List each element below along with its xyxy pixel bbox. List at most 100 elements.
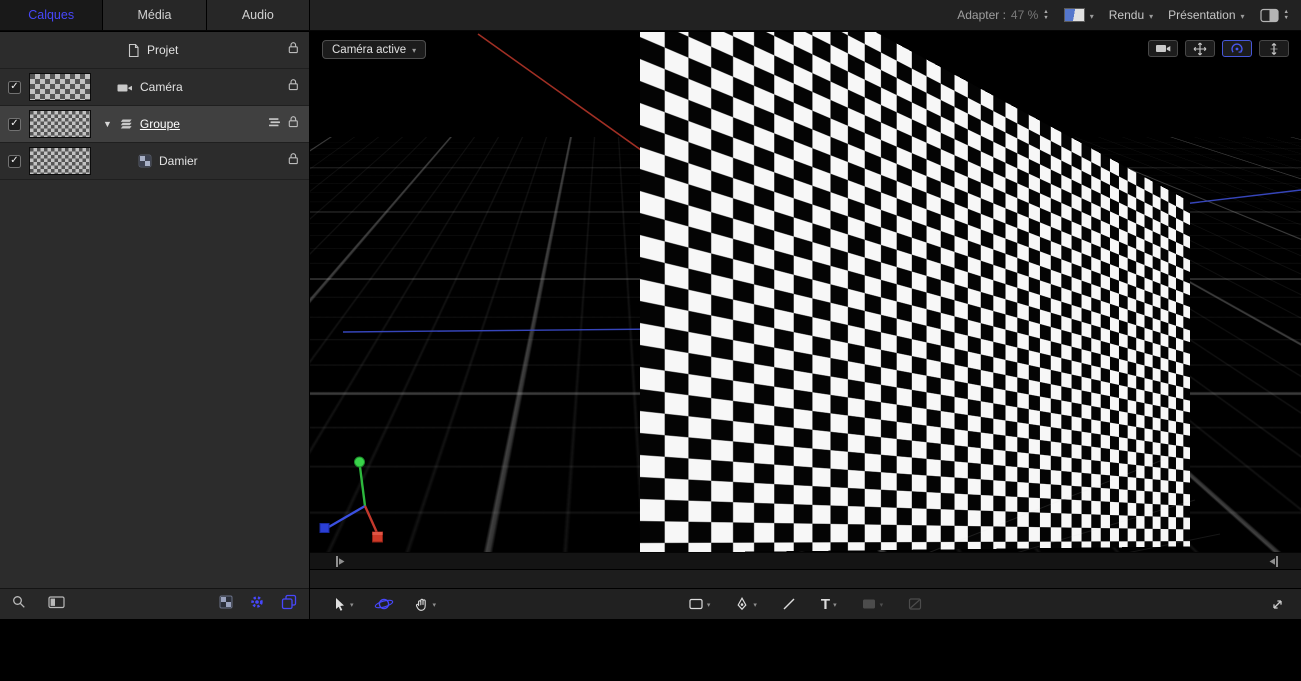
layer-row-projet[interactable]: Projet [0,32,309,69]
camera-icon [1156,43,1171,54]
timeline-scrub-strip[interactable] [310,552,1301,569]
checkerboard-icon [138,154,152,168]
layer-thumbnail[interactable] [29,147,91,175]
lock-icon[interactable] [288,41,299,59]
hand-icon [414,596,430,612]
chevron-down-icon: ▾ [350,601,354,609]
preview-pane-toggle-button[interactable] [48,595,65,614]
line-tool-button[interactable] [781,596,797,612]
layers-sidebar: Projet ✓ Caméra [0,32,310,619]
resize-diagonal-icon[interactable] [1270,597,1285,612]
pan-move-icon [1193,42,1207,56]
disclosure-triangle[interactable]: ▼ [103,119,112,129]
chevron-down-icon: ▾ [833,601,837,609]
bezier-tool-button[interactable]: ▾ [734,596,757,612]
toolbar-right [1270,597,1285,612]
orbit-3d-icon [374,596,394,612]
stepper-icon[interactable]: ▲▼ [1284,10,1289,21]
zoom-label: Adapter : [957,8,1006,22]
layer-row-groupe[interactable]: ✓ ▼ Groupe [0,106,309,143]
dolly-view-button[interactable] [1259,40,1289,57]
visibility-checkbox[interactable]: ✓ [8,155,21,168]
presentation-label: Présentation [1168,8,1235,22]
pan-tool-button[interactable]: ▾ [414,596,437,612]
window-footer-area [0,619,1301,681]
display-control[interactable]: ▲▼ [1260,8,1289,23]
layer-label: Groupe [140,117,180,131]
group-icon [119,117,133,131]
tab-audio[interactable]: Audio [207,0,309,30]
camera-active-label: Caméra active [332,44,406,56]
zoom-value: 47 % [1011,8,1038,22]
layer-thumbnail[interactable] [29,110,91,138]
camera-view-button[interactable] [1148,40,1178,57]
channels-dropdown[interactable]: ▾ [1064,8,1094,22]
display-icon [1260,8,1279,23]
checkerboard-filter-button[interactable] [219,595,233,614]
rendu-label: Rendu [1109,8,1144,22]
canvas-toolbar: ▾ ▾ ▾ [310,588,1301,619]
lock-icon[interactable] [288,115,299,133]
lock-icon[interactable] [288,152,299,170]
chevron-down-icon: ▾ [880,601,884,609]
text-tool-button[interactable]: T ▾ [821,597,837,612]
orbit-icon [1230,42,1244,56]
rectangle-icon [688,596,704,612]
chevron-down-icon: ▾ [707,601,711,609]
view-control-buttons [1148,40,1289,57]
chevron-down-icon: ▾ [433,601,437,609]
rectangle-tool-button[interactable]: ▾ [688,596,711,612]
camera-active-menu[interactable]: Caméra active ▾ [322,40,426,59]
document-icon [127,43,140,58]
layer-label: Projet [147,43,178,57]
zoom-control[interactable]: Adapter : 47 % ▲▼ [957,8,1049,22]
gear-icon[interactable] [249,594,265,615]
mask-icon [907,596,923,612]
tab-media[interactable]: Média [103,0,206,30]
text-tool-glyph: T [821,597,830,612]
line-icon [781,596,797,612]
lock-icon[interactable] [288,78,299,96]
chevron-down-icon: ▾ [753,601,757,609]
select-tool-button[interactable]: ▾ [332,596,354,612]
dolly-icon [1267,42,1281,56]
image-mask-tool-button: ▾ [861,596,884,612]
panel-tabs: Calques Média Audio [0,0,310,30]
arrow-cursor-icon [332,596,347,612]
layers-filter-button[interactable] [281,594,297,615]
transform-tools-group: ▾ ▾ [332,596,436,612]
orbit-view-button[interactable] [1222,40,1252,57]
timeline-out-marker[interactable] [1268,555,1279,568]
timeline-mini-strip[interactable] [310,569,1301,588]
timeline-in-marker[interactable] [335,555,346,568]
canvas-3d-view[interactable]: Caméra active ▾ [310,32,1301,552]
presentation-menu[interactable]: Présentation ▾ [1168,8,1244,22]
visibility-checkbox[interactable]: ✓ [8,118,21,131]
pen-nib-icon [734,596,750,612]
transform-3d-tool-button[interactable] [374,596,394,612]
search-icon[interactable] [12,595,26,614]
chevron-down-icon: ▾ [1090,12,1094,21]
color-swatch-icon [1064,8,1085,22]
layers-empty-area [0,180,309,588]
checkerboard-wrap [310,32,1301,552]
layer-thumbnail[interactable] [29,73,91,101]
camera-icon [117,81,133,94]
motion-app-window: Calques Média Audio Adapter : 47 % ▲▼ ▾ … [0,0,1301,681]
canvas-column: Caméra active ▾ [310,32,1301,619]
mask-tool-button [907,596,923,612]
stepper-icon[interactable]: ▲▼ [1043,10,1048,21]
tab-calques[interactable]: Calques [0,0,103,30]
checkerboard-plane[interactable] [640,32,1190,552]
chevron-down-icon: ▾ [412,46,416,55]
rendu-menu[interactable]: Rendu ▾ [1109,8,1153,22]
layer-row-damier[interactable]: ✓ Damier [0,143,309,180]
layer-row-camera[interactable]: ✓ Caméra [0,69,309,106]
pan-view-button[interactable] [1185,40,1215,57]
visibility-checkbox[interactable]: ✓ [8,81,21,94]
top-bar-controls: Adapter : 47 % ▲▼ ▾ Rendu ▾ Présentation… [957,0,1301,30]
layers-mini-icon [268,115,281,133]
top-bar: Calques Média Audio Adapter : 47 % ▲▼ ▾ … [0,0,1301,31]
chevron-down-icon: ▾ [1241,12,1245,21]
layer-label: Damier [159,154,198,168]
